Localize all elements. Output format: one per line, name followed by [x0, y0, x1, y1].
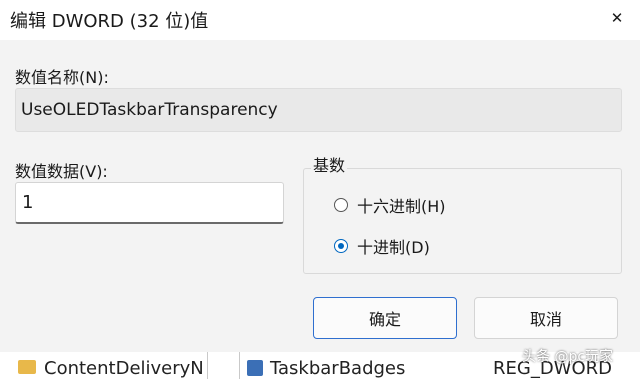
value-name-field[interactable]: UseOLEDTaskbarTransparency [15, 88, 622, 132]
radio-decimal-circle [334, 239, 348, 253]
registry-value-icon [247, 360, 263, 376]
title-bar: 编辑 DWORD (32 位)值 ✕ [0, 0, 640, 40]
radio-hex-label: 十六进制(H) [357, 197, 446, 216]
cancel-button[interactable]: 取消 [474, 297, 618, 339]
background-folder-name: ContentDeliveryN [44, 358, 204, 379]
ok-button[interactable]: 确定 [313, 297, 457, 339]
watermark: 头条 @pc玩家 [522, 349, 614, 365]
cancel-button-label: 取消 [529, 310, 562, 329]
ok-button-label: 确定 [368, 310, 401, 329]
radio-decimal-label: 十进制(D) [357, 238, 430, 257]
divider [239, 352, 240, 379]
value-data-label: 数值数据(V): [15, 162, 108, 181]
base-group [303, 168, 622, 274]
radio-hex[interactable]: 十六进制(H) [334, 193, 446, 217]
value-data-input[interactable] [15, 182, 284, 224]
divider [207, 352, 208, 379]
close-button[interactable]: ✕ [594, 0, 640, 36]
radio-hex-circle [334, 198, 348, 212]
value-name-text: UseOLEDTaskbarTransparency [21, 100, 278, 120]
value-name-label: 数值名称(N): [15, 68, 109, 87]
close-icon: ✕ [610, 9, 624, 27]
folder-icon [18, 360, 36, 374]
window-title: 编辑 DWORD (32 位)值 [10, 11, 209, 32]
base-label: 基数 [311, 152, 348, 176]
radio-decimal[interactable]: 十进制(D) [334, 234, 430, 258]
background-entry-name: TaskbarBadges [270, 358, 406, 379]
